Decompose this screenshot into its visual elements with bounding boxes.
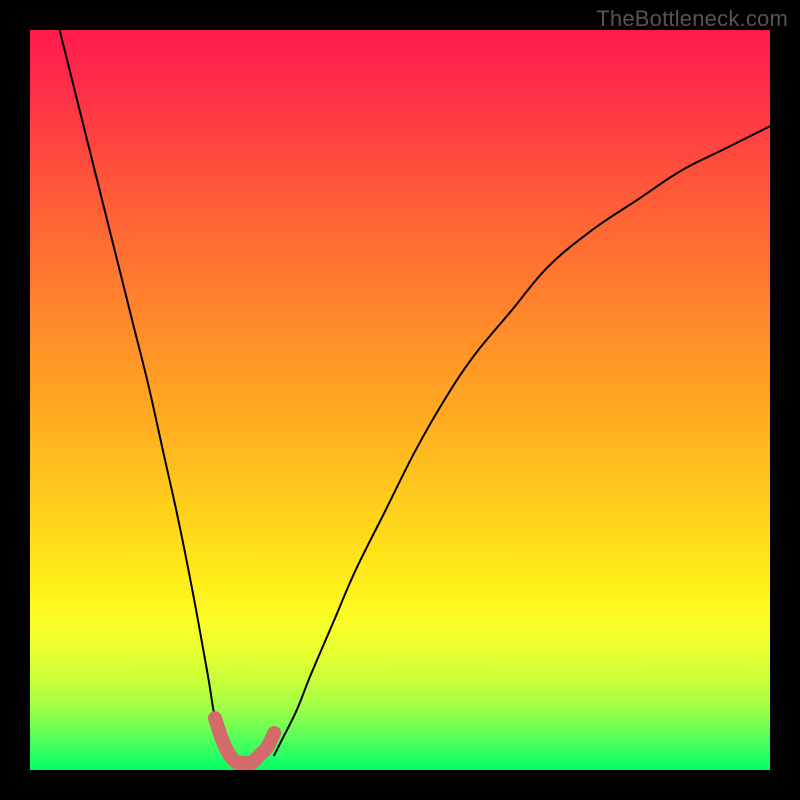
watermark-text: TheBottleneck.com <box>596 6 788 32</box>
bottleneck-curve-chart <box>30 30 770 770</box>
minimum-marker <box>215 718 274 763</box>
curve-right-branch <box>274 126 770 755</box>
curve-left-branch <box>60 30 230 755</box>
